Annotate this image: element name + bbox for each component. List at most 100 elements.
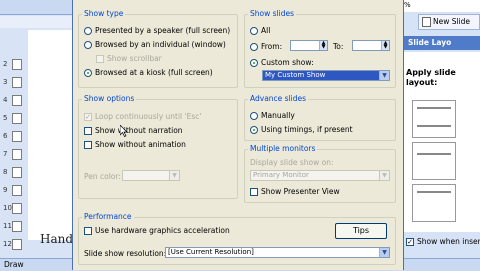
checkbox-icon: ✓: [84, 112, 92, 121]
slide-thumbnail-icon[interactable]: [12, 113, 22, 124]
advance-slides-label: Advance slides: [248, 94, 309, 103]
resolution-label-row: Slide show resolution:: [84, 249, 166, 258]
to-label: To:: [333, 42, 344, 51]
slide-thumbnail-icon[interactable]: [12, 203, 22, 214]
spin-arrows-icon[interactable]: ▲ ▼: [381, 41, 389, 50]
show-when-inserting-label: Show when inser: [417, 237, 480, 246]
mouse-cursor-icon: [120, 125, 128, 137]
radio-icon: [250, 42, 258, 51]
custom-show-value: My Custom Show: [265, 71, 326, 79]
slide-number: 8: [3, 168, 8, 176]
show-slides-label: Show slides: [248, 9, 296, 18]
resolution-label: Slide show resolution:: [84, 249, 167, 258]
display-on-label: Display slide show on:: [250, 158, 334, 167]
without-narration-checkbox[interactable]: Show without narration: [84, 126, 183, 135]
slide-number: 2: [3, 60, 8, 68]
pen-color-label: Pen color:: [84, 172, 121, 181]
manually-radio[interactable]: Manually: [250, 111, 295, 120]
toolbar: [0, 0, 72, 15]
option-label: Show without narration: [95, 126, 183, 135]
slide-thumbnail-icon[interactable]: [12, 239, 22, 250]
slide-thumbnail-icon[interactable]: [12, 185, 22, 196]
radio-icon: [84, 26, 92, 35]
slide-thumbnail-icon[interactable]: [12, 221, 22, 232]
slide-number: 11: [3, 222, 12, 230]
to-label-row: To:: [333, 42, 343, 51]
checkbox-icon: [96, 54, 104, 63]
slide-number: 7: [3, 150, 8, 158]
layout-thumb[interactable]: [412, 184, 456, 222]
slide-thumbnail-icon[interactable]: [12, 131, 22, 142]
spin-arrows-icon[interactable]: ▲ ▼: [319, 41, 327, 50]
slide-thumbnail-icon[interactable]: [12, 59, 22, 70]
display-monitor-value: Primary Monitor: [253, 171, 309, 179]
custom-show-radio[interactable]: Custom show:: [250, 58, 314, 67]
without-animation-checkbox[interactable]: Show without animation: [84, 140, 186, 149]
presenter-view-checkbox[interactable]: Show Presenter View: [250, 187, 340, 196]
option-label: Show Presenter View: [261, 187, 340, 196]
option-label: Show scrollbar: [107, 54, 162, 63]
custom-show-select[interactable]: My Custom Show ▼: [262, 70, 390, 81]
checkbox-icon: [250, 187, 258, 196]
resolution-select[interactable]: [Use Current Resolution] ▼: [165, 247, 390, 258]
radio-icon: [84, 68, 92, 77]
option-label: All: [261, 26, 271, 35]
pen-color-select[interactable]: ▼: [122, 170, 180, 181]
chevron-down-icon[interactable]: ▼: [379, 171, 389, 180]
radio-icon: [250, 58, 258, 67]
browsed-by-individual-radio[interactable]: Browsed by an individual (window): [84, 40, 226, 49]
handout-text: Hand: [40, 232, 74, 246]
slide-number: 4: [3, 96, 8, 104]
show-scrollbar-checkbox[interactable]: Show scrollbar: [96, 54, 162, 63]
tips-button[interactable]: Tips: [335, 223, 387, 239]
to-field[interactable]: ▲ ▼: [352, 40, 390, 51]
zoom-box[interactable]: %: [404, 1, 411, 9]
using-timings-radio[interactable]: Using timings, if present: [250, 125, 353, 134]
option-label: Browsed at a kiosk (full screen): [95, 68, 213, 77]
chevron-down-icon[interactable]: ▼: [379, 248, 389, 257]
show-when-inserting-checkbox[interactable]: ✓ Show when inser: [406, 237, 480, 246]
presented-by-speaker-radio[interactable]: Presented by a speaker (full screen): [84, 26, 230, 35]
slide-thumbnail-icon[interactable]: [12, 77, 22, 88]
display-monitor-select[interactable]: Primary Monitor ▼: [250, 170, 390, 181]
radio-icon: [250, 111, 258, 120]
hardware-acceleration-checkbox[interactable]: Use hardware graphics acceleration: [84, 226, 230, 235]
from-slides-radio[interactable]: From:: [250, 42, 282, 51]
advance-slides-group: [244, 99, 396, 141]
slide-thumbnail-icon[interactable]: [12, 95, 22, 106]
option-label: Presented by a speaker (full screen): [95, 26, 231, 35]
browsed-at-kiosk-radio[interactable]: Browsed at a kiosk (full screen): [84, 68, 213, 77]
radio-icon: [84, 40, 92, 49]
chevron-down-icon[interactable]: ▼: [169, 171, 179, 180]
option-label: Manually: [261, 111, 295, 120]
outline-tabs[interactable]: [0, 16, 72, 28]
layout-thumb[interactable]: [412, 100, 456, 138]
slide-number: 5: [3, 114, 8, 122]
layout-thumb[interactable]: [412, 142, 456, 180]
checkbox-icon: [84, 140, 92, 149]
all-slides-radio[interactable]: All: [250, 26, 270, 35]
slide-number: 12: [3, 240, 12, 248]
slide-thumbnail-icon[interactable]: [12, 149, 22, 160]
checkbox-icon: ✓: [406, 237, 414, 246]
radio-icon: [250, 125, 258, 134]
from-field[interactable]: ▲ ▼: [290, 40, 328, 51]
slide-number: 3: [3, 78, 8, 86]
display-on-label-row: Display slide show on:: [250, 158, 334, 167]
task-pane-title[interactable]: Slide Layo: [404, 36, 480, 50]
slide-number: 9: [3, 186, 8, 194]
option-label: From:: [261, 42, 283, 51]
apply-layout-label: Apply slide layout:: [406, 68, 456, 87]
show-options-label: Show options: [82, 94, 137, 103]
loop-continuously-checkbox[interactable]: ✓ Loop continuously until 'Esc': [84, 112, 201, 121]
new-slide-button[interactable]: New Slide: [418, 14, 480, 30]
option-label: Use hardware graphics acceleration: [95, 226, 230, 235]
option-label: Using timings, if present: [261, 125, 353, 134]
draw-menu[interactable]: Draw: [4, 260, 24, 269]
slide-number: 10: [3, 204, 12, 212]
new-slide-label: New Slide: [433, 17, 471, 26]
slide-thumbnail-icon[interactable]: [12, 167, 22, 178]
option-label: Browsed by an individual (window): [95, 40, 226, 49]
resolution-value: [Use Current Resolution]: [168, 248, 254, 256]
chevron-down-icon[interactable]: ▼: [379, 71, 389, 80]
